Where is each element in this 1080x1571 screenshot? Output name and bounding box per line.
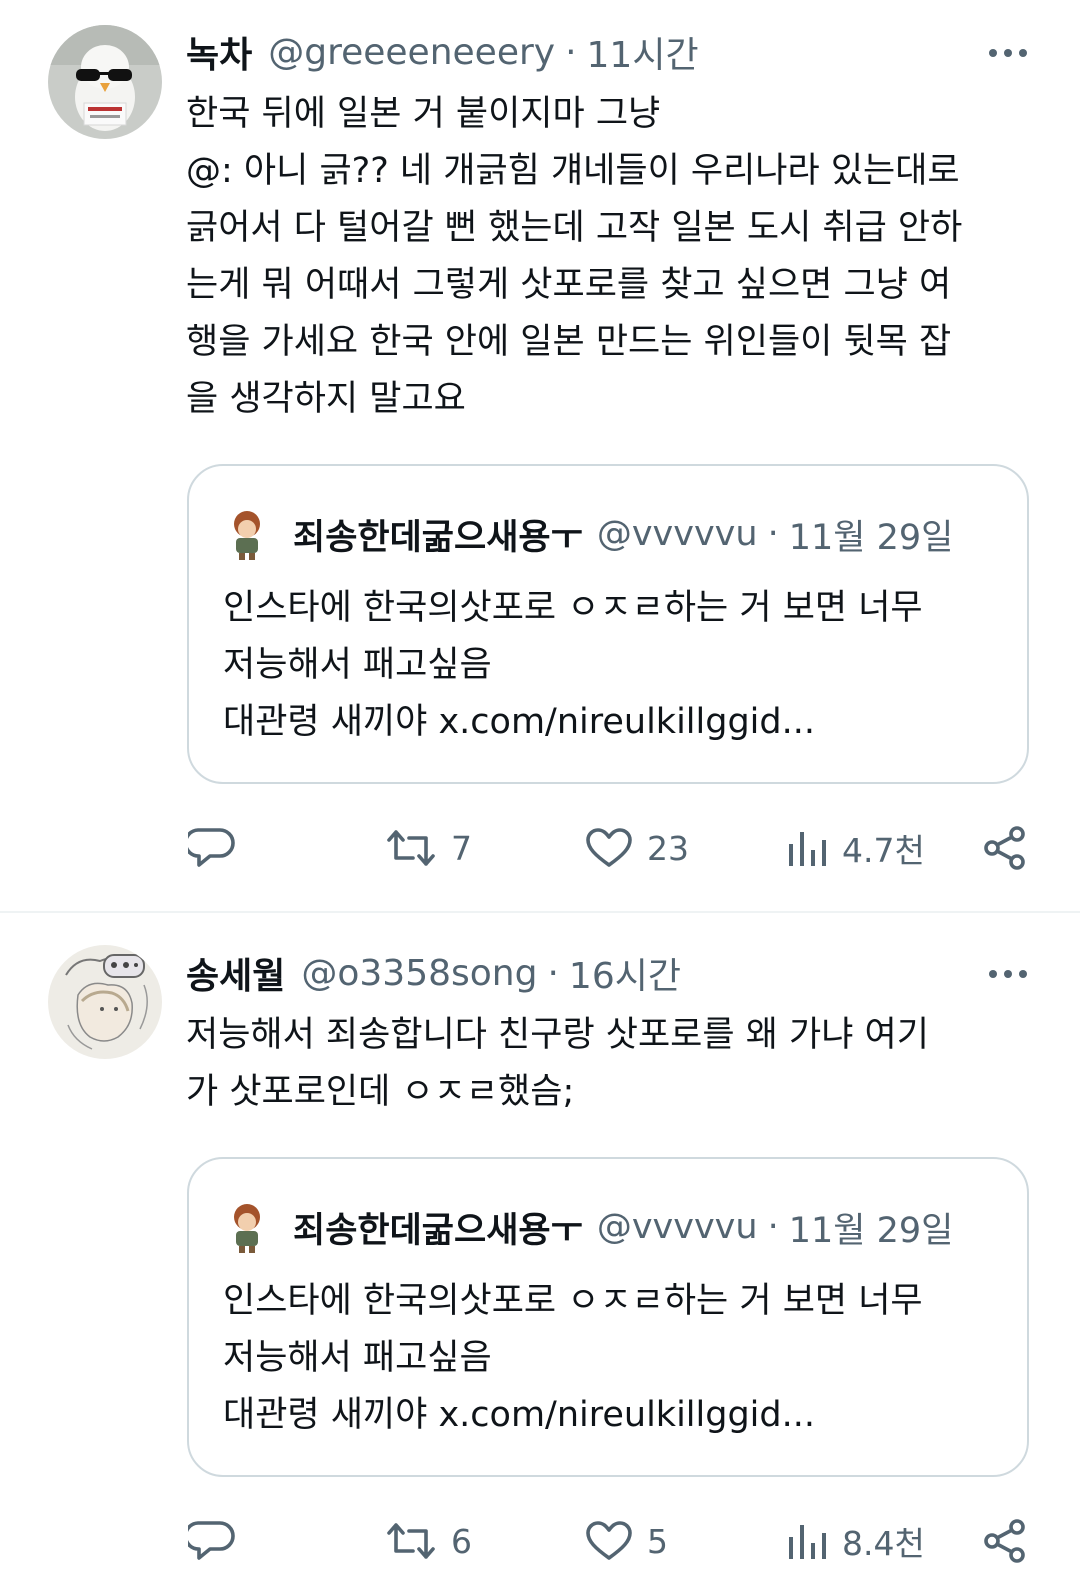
share-button[interactable] [982,1511,1028,1571]
author-name[interactable]: 녹차 [186,26,252,78]
quote-timestamp[interactable]: 11월 29일 [789,509,954,560]
more-icon [989,49,1027,57]
tweet-text-line: 긁어서 다 털어갈 뻔 했는데 고작 일본 도시 취급 안하 [186,208,963,248]
quoted-tweet[interactable]: 죄송한데굶으새용ㅜ @vvvvvu · 11월 29일 인스타에 한국의삿포로 … [187,1157,1029,1477]
quote-avatar[interactable] [223,507,271,561]
share-icon [984,1519,1025,1563]
retweet-icon [387,1523,435,1559]
quote-header: 죄송한데굶으새용ㅜ @vvvvvu · 11월 29일 [223,506,953,562]
views-count: 4.7천 [842,831,925,870]
action-bar: 6 5 8.4천 [0,1511,1080,1571]
quote-author-name[interactable]: 죄송한데굶으새용ㅜ [293,1202,583,1253]
views-icon [789,1525,826,1559]
like-count: 5 [647,1521,668,1561]
quote-text-line: 저능해서 패고싶음 [223,1338,492,1378]
quote-author-handle[interactable]: @vvvvvu [597,514,758,554]
views-button[interactable]: 4.7천 [786,818,925,878]
quote-text-line: 대관령 새끼야 x.com/nireulkillggid... [223,1395,815,1435]
avatar[interactable] [48,945,162,1059]
quote-text: 인스타에 한국의삿포로 ㅇㅈㄹ하는 거 보면 너무 저능해서 패고싶음 대관령 … [223,1273,1013,1444]
tweet-text-line: 가 삿포로인데 ㅇㅈㄹ했슴; [186,1072,575,1112]
views-button[interactable]: 8.4천 [786,1511,925,1571]
quote-header: 죄송한데굶으새용ㅜ @vvvvvu · 11월 29일 [223,1199,953,1255]
quote-text-line: 인스타에 한국의삿포로 ㅇㅈㄹ하는 거 보면 너무 [223,1281,923,1321]
reply-button[interactable] [188,1511,250,1571]
separator-dot: · [767,514,779,554]
tweet-text-line: 저능해서 죄송합니다 친구랑 삿포로를 왜 가냐 여기 [186,1015,929,1055]
quote-timestamp[interactable]: 11월 29일 [789,1202,954,1253]
tweet[interactable]: 송세월 @o3358song · 16시간 저능해서 죄송합니다 친구랑 삿포로… [0,913,1080,1563]
reply-button[interactable] [188,818,250,878]
more-button[interactable] [986,31,1030,75]
like-button[interactable]: 23 [585,818,689,878]
share-button[interactable] [982,818,1028,878]
like-count: 23 [647,828,689,868]
views-count: 8.4천 [842,1524,925,1563]
tweet-text-line: @: 아니 긁?? 네 개긁힘 걔네들이 우리나라 있는대로 [186,151,960,191]
timestamp[interactable]: 11시간 [587,26,699,78]
timestamp[interactable]: 16시간 [569,947,681,999]
more-button[interactable] [986,952,1030,996]
quote-author-handle[interactable]: @vvvvvu [597,1207,758,1247]
author-name[interactable]: 송세월 [186,947,285,999]
tweet-text-line: 행을 가세요 한국 안에 일본 만드는 위인들이 뒷목 잡 [186,322,952,362]
retweet-button[interactable]: 6 [385,1511,472,1571]
reply-icon [188,1521,235,1560]
separator-dot: · [565,31,577,73]
views-icon [789,832,826,866]
tweet[interactable]: 녹차 @greeeeneeery · 11시간 한국 뒤에 일본 거 붙이지마 … [0,0,1080,912]
avatar[interactable] [48,25,162,139]
tweet-text-line: 을 생각하지 말고요 [186,379,466,419]
author-handle[interactable]: @o3358song [301,953,537,994]
quote-text: 인스타에 한국의삿포로 ㅇㅈㄹ하는 거 보면 너무 저능해서 패고싶음 대관령 … [223,580,1013,751]
like-icon [586,1521,632,1560]
retweet-count: 6 [451,1521,472,1561]
separator-dot: · [767,1207,779,1247]
tweet-text-line: 는게 뭐 어때서 그렇게 삿포로를 찾고 싶으면 그냥 여 [186,265,952,305]
separator-dot: · [547,952,559,994]
more-icon [989,970,1027,978]
tweet-header: 녹차 @greeeeneeery · 11시간 [186,27,699,77]
like-button[interactable]: 5 [585,1511,668,1571]
author-handle[interactable]: @greeeeneeery [268,32,555,73]
retweet-button[interactable]: 7 [385,818,472,878]
quote-text-line: 인스타에 한국의삿포로 ㅇㅈㄹ하는 거 보면 너무 [223,588,923,628]
tweet-header: 송세월 @o3358song · 16시간 [186,948,681,998]
share-icon [984,826,1025,870]
like-icon [586,828,632,867]
tweet-text-line: 한국 뒤에 일본 거 붙이지마 그냥 [186,94,661,134]
quoted-tweet[interactable]: 죄송한데굶으새용ㅜ @vvvvvu · 11월 29일 인스타에 한국의삿포로 … [187,464,1029,784]
tweet-text: 저능해서 죄송합니다 친구랑 삿포로를 왜 가냐 여기 가 삿포로인데 ㅇㅈㄹ했… [186,1007,1046,1121]
tweet-text: 한국 뒤에 일본 거 붙이지마 그냥 @: 아니 긁?? 네 개긁힘 걔네들이 … [186,86,1046,428]
quote-author-name[interactable]: 죄송한데굶으새용ㅜ [293,509,583,560]
retweet-icon [387,830,435,866]
retweet-count: 7 [451,828,472,868]
quote-avatar[interactable] [223,1200,271,1254]
reply-icon [188,828,235,867]
quote-text-line: 저능해서 패고싶음 [223,645,492,685]
quote-text-line: 대관령 새끼야 x.com/nireulkillggid... [223,702,815,742]
action-bar: 7 23 4.7천 [0,818,1080,878]
